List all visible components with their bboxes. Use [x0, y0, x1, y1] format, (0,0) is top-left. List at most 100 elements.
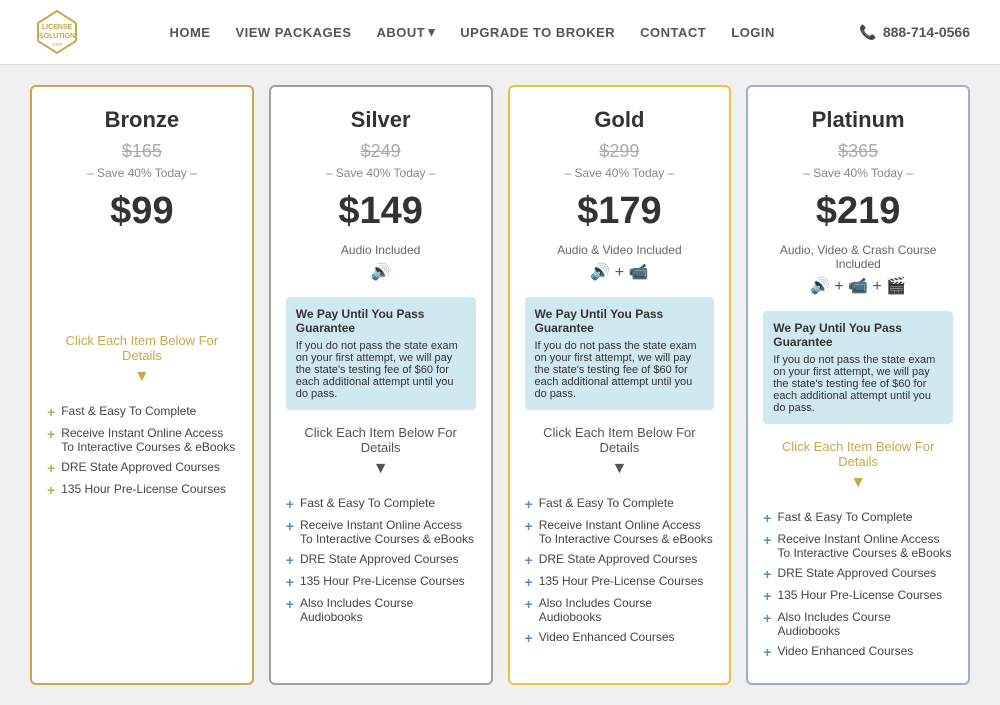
bronze-save: – Save 40% Today – — [47, 166, 237, 180]
plus-icon: + — [286, 574, 294, 590]
chevron-down-icon: ▾ — [428, 24, 435, 40]
card-platinum: Platinum $365 – Save 40% Today – $219 Au… — [746, 85, 970, 685]
pricing-cards-container: Bronze $165 – Save 40% Today – $99 Click… — [30, 85, 970, 685]
platinum-guarantee-text: If you do not pass the state exam on you… — [773, 354, 943, 414]
svg-text:.com: .com — [52, 42, 63, 48]
list-item: +Fast & Easy To Complete — [525, 493, 715, 515]
bronze-click-details[interactable]: Click Each Item Below For Details — [47, 333, 237, 363]
plus-icon: + — [286, 552, 294, 568]
header: LICENSE SOLUTION .com HOME VIEW PACKAGES… — [0, 0, 1000, 65]
plus-icon: + — [47, 426, 55, 442]
list-item: +Fast & Easy To Complete — [286, 493, 476, 515]
plus-icon: + — [525, 574, 533, 590]
list-item: +DRE State Approved Courses — [47, 457, 237, 479]
silver-guarantee-text: If you do not pass the state exam on you… — [296, 340, 466, 400]
gold-arrow: ▼ — [525, 460, 715, 478]
silver-save: – Save 40% Today – — [286, 166, 476, 180]
phone-number: 888-714-0566 — [883, 24, 970, 40]
plus-icon: + — [525, 630, 533, 646]
svg-text:LICENSE: LICENSE — [42, 24, 73, 31]
list-item: +DRE State Approved Courses — [763, 563, 953, 585]
nav-view-packages[interactable]: VIEW PACKAGES — [235, 25, 351, 40]
silver-click-details[interactable]: Click Each Item Below For Details — [286, 425, 476, 455]
card-silver: Silver $249 – Save 40% Today – $149 Audi… — [269, 85, 493, 685]
bronze-price: $99 — [47, 190, 237, 233]
plus-icon: + — [525, 496, 533, 512]
phone-icon: 📞 — [859, 24, 876, 41]
platinum-includes: Audio, Video & Crash Course Included — [763, 243, 953, 271]
bronze-title: Bronze — [47, 107, 237, 133]
silver-original-price: $249 — [286, 141, 476, 162]
phone-area: 📞 888-714-0566 — [859, 24, 970, 41]
platinum-title: Platinum — [763, 107, 953, 133]
plus-icon: + — [286, 518, 294, 534]
nav-login[interactable]: LOGIN — [731, 25, 775, 40]
platinum-price: $219 — [763, 190, 953, 233]
silver-guarantee-title: We Pay Until You Pass Guarantee — [296, 307, 466, 335]
bronze-features: +Fast & Easy To Complete +Receive Instan… — [47, 401, 237, 501]
list-item: +135 Hour Pre-License Courses — [286, 571, 476, 593]
list-item: +DRE State Approved Courses — [525, 549, 715, 571]
nav-contact[interactable]: CONTACT — [640, 25, 706, 40]
silver-title: Silver — [286, 107, 476, 133]
platinum-arrow: ▼ — [763, 474, 953, 492]
list-item: +Receive Instant Online Access To Intera… — [525, 515, 715, 549]
platinum-guarantee-title: We Pay Until You Pass Guarantee — [773, 321, 943, 349]
platinum-original-price: $365 — [763, 141, 953, 162]
nav-about[interactable]: ABOUT ▾ — [377, 24, 436, 40]
list-item: +Also Includes Course Audiobooks — [763, 607, 953, 641]
list-item: +Video Enhanced Courses — [763, 641, 953, 663]
gold-click-details[interactable]: Click Each Item Below For Details — [525, 425, 715, 455]
gold-title: Gold — [525, 107, 715, 133]
platinum-click-details[interactable]: Click Each Item Below For Details — [763, 439, 953, 469]
gold-guarantee-title: We Pay Until You Pass Guarantee — [535, 307, 705, 335]
plus-icon: + — [763, 510, 771, 526]
plus-icon: + — [525, 596, 533, 612]
silver-features: +Fast & Easy To Complete +Receive Instan… — [286, 493, 476, 627]
gold-price: $179 — [525, 190, 715, 233]
bronze-original-price: $165 — [47, 141, 237, 162]
plus-icon: + — [286, 596, 294, 612]
main-nav: HOME VIEW PACKAGES ABOUT ▾ UPGRADE TO BR… — [169, 24, 774, 40]
list-item: +Also Includes Course Audiobooks — [525, 593, 715, 627]
plus-icon: + — [47, 482, 55, 498]
list-item: +135 Hour Pre-License Courses — [525, 571, 715, 593]
silver-arrow: ▼ — [286, 460, 476, 478]
list-item: +Fast & Easy To Complete — [47, 401, 237, 423]
svg-text:SOLUTION: SOLUTION — [39, 33, 75, 40]
nav-upgrade-to-broker[interactable]: UPGRADE TO BROKER — [460, 25, 615, 40]
gold-guarantee: We Pay Until You Pass Guarantee If you d… — [525, 297, 715, 410]
list-item: +DRE State Approved Courses — [286, 549, 476, 571]
plus-icon: + — [525, 552, 533, 568]
logo-icon: LICENSE SOLUTION .com — [30, 7, 85, 57]
plus-icon: + — [47, 404, 55, 420]
plus-icon: + — [286, 496, 294, 512]
plus-icon: + — [763, 588, 771, 604]
bronze-arrow: ▼ — [47, 368, 237, 386]
platinum-save: – Save 40% Today – — [763, 166, 953, 180]
main-content: Bronze $165 – Save 40% Today – $99 Click… — [0, 65, 1000, 705]
platinum-guarantee: We Pay Until You Pass Guarantee If you d… — [763, 311, 953, 424]
list-item: +Video Enhanced Courses — [525, 627, 715, 649]
list-item: +135 Hour Pre-License Courses — [47, 479, 237, 501]
platinum-features: +Fast & Easy To Complete +Receive Instan… — [763, 507, 953, 663]
plus-icon: + — [47, 460, 55, 476]
silver-guarantee: We Pay Until You Pass Guarantee If you d… — [286, 297, 476, 410]
plus-icon: + — [763, 644, 771, 660]
card-gold: Gold $299 – Save 40% Today – $179 Audio … — [508, 85, 732, 685]
silver-price: $149 — [286, 190, 476, 233]
plus-icon: + — [763, 566, 771, 582]
plus-icon: + — [525, 518, 533, 534]
platinum-icons: 🔊 + 📹 + 🎬 — [763, 276, 953, 296]
gold-save: – Save 40% Today – — [525, 166, 715, 180]
gold-includes: Audio & Video Included — [525, 243, 715, 257]
silver-includes: Audio Included — [286, 243, 476, 257]
bronze-spacer — [47, 243, 237, 333]
gold-icons: 🔊 + 📹 — [525, 262, 715, 282]
nav-home[interactable]: HOME — [169, 25, 210, 40]
gold-features: +Fast & Easy To Complete +Receive Instan… — [525, 493, 715, 649]
list-item: +Also Includes Course Audiobooks — [286, 593, 476, 627]
logo-area: LICENSE SOLUTION .com — [30, 7, 85, 57]
gold-guarantee-text: If you do not pass the state exam on you… — [535, 340, 705, 400]
plus-icon: + — [763, 532, 771, 548]
